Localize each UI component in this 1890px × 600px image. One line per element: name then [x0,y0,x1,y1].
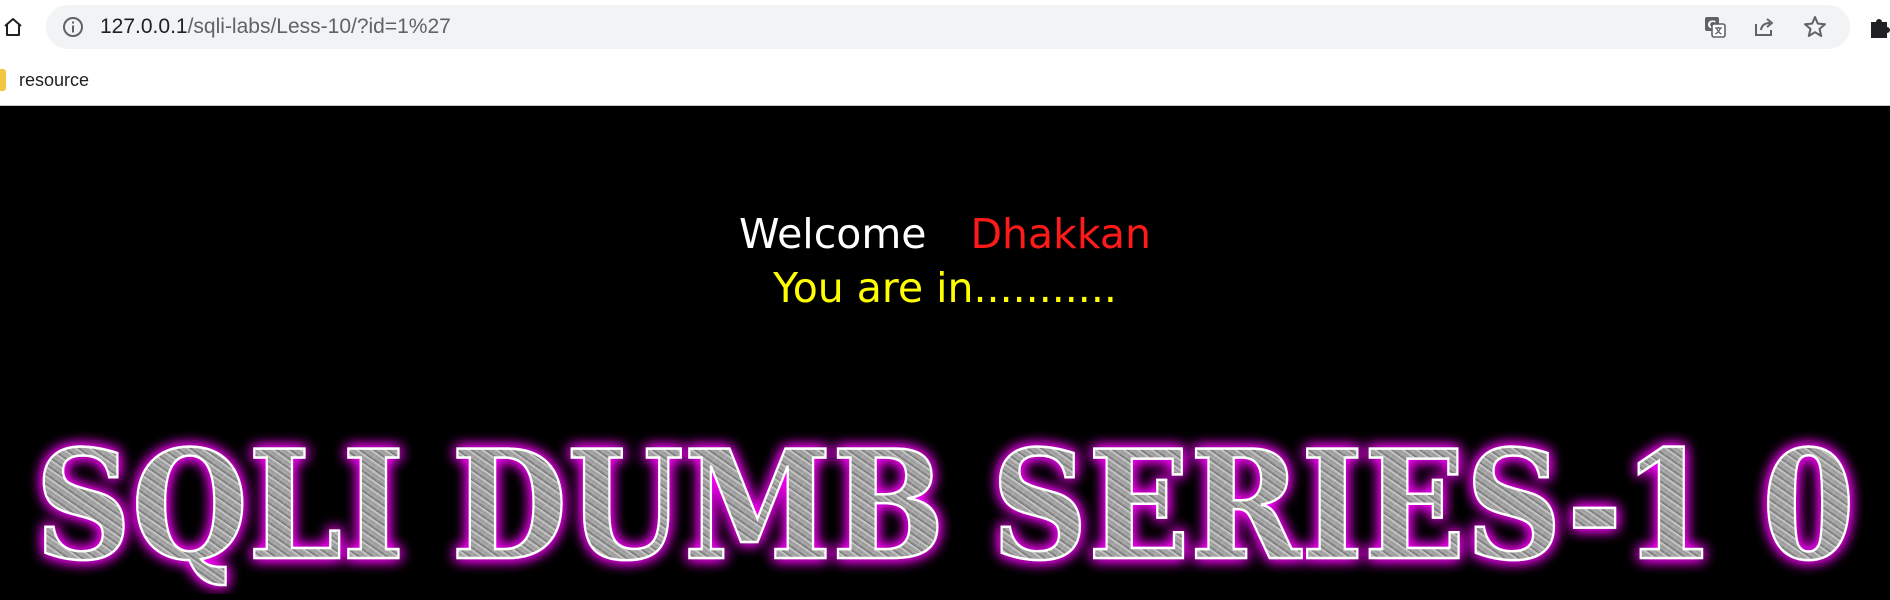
sqli-dumb-series-banner: SQLI DUMB SERIES-1 0 [34,418,1857,594]
username-text: Dhakkan [970,210,1152,258]
address-bar[interactable]: 127.0.0.1/sqli-labs/Less-10/?id=1%27 G [46,5,1850,49]
home-icon [4,18,22,36]
page-content: Welcome Dhakkan You are in........... SQ… [0,106,1890,600]
banner-text: SQLI DUMB SERIES-1 0 [35,418,1855,594]
bookmark-label: resource [19,69,90,90]
bookmarks-bar: resource [0,54,1890,106]
folder-icon [0,69,6,91]
url-text[interactable]: 127.0.0.1/sqli-labs/Less-10/?id=1%27 [100,5,451,49]
url-path: /sqli-labs/Less-10/?id=1%27 [187,15,451,38]
share-icon[interactable] [1752,14,1778,40]
bookmark-folder-resource[interactable]: resource [0,66,89,94]
url-host: 127.0.0.1 [100,15,188,38]
puzzle-icon[interactable] [1868,14,1890,40]
translate-icon[interactable]: G [1702,14,1728,40]
status-text: You are in........... [773,264,1117,312]
welcome-text: Welcome [738,210,927,258]
info-icon[interactable] [62,16,84,38]
welcome-line: Welcome Dhakkan [0,210,1890,258]
home-button[interactable] [0,12,26,42]
browser-toolbar: 127.0.0.1/sqli-labs/Less-10/?id=1%27 G [0,0,1890,54]
star-icon[interactable] [1802,14,1828,40]
